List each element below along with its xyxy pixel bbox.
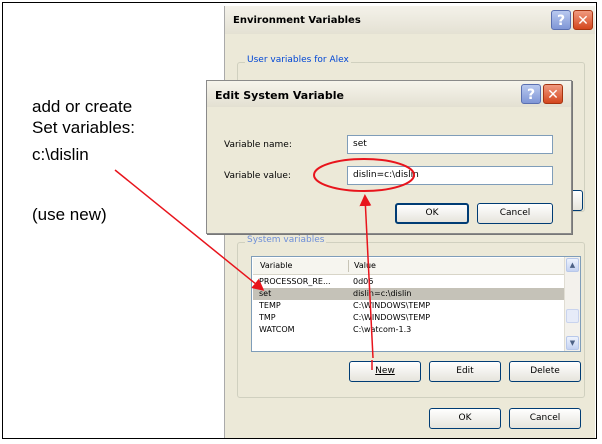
arrow-to-set-row (114, 169, 265, 291)
arrow-to-value-field (359, 194, 374, 359)
value-highlight-ellipse (313, 158, 415, 192)
annotation-overlay (114, 158, 415, 370)
